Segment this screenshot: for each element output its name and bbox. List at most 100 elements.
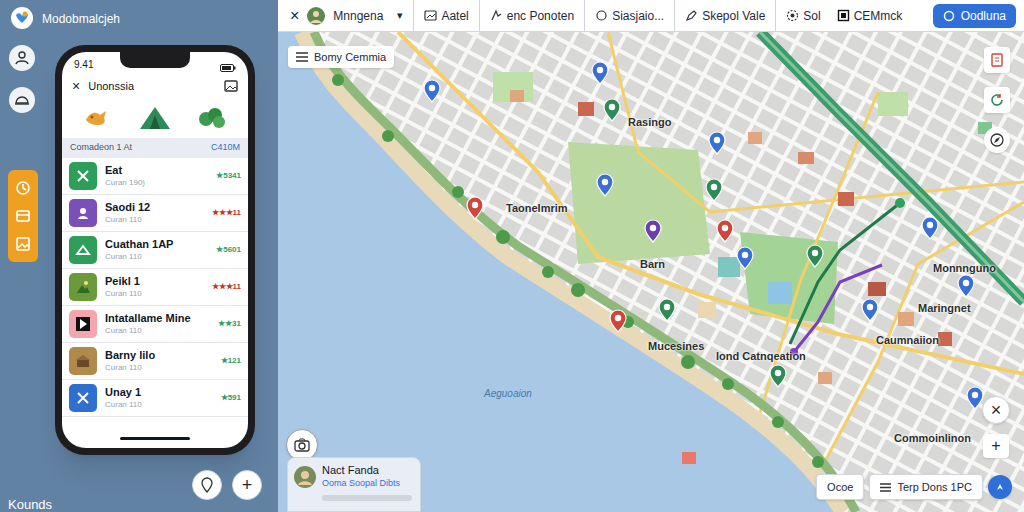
card-placeholder xyxy=(322,495,412,501)
place-tile-icon xyxy=(69,199,97,227)
toolbar-tab[interactable]: enc Ponoten xyxy=(479,0,584,31)
place-row[interactable]: Barny liloCuran 110★121 xyxy=(62,343,248,380)
place-label: Monnnguno xyxy=(933,260,996,277)
close-button[interactable]: × xyxy=(290,8,299,24)
map-pin-icon[interactable] xyxy=(658,298,676,322)
section-label: Comadeon 1 At xyxy=(70,141,132,155)
place-card[interactable]: Nact Fanda Ooma Soopal Dibts xyxy=(287,457,421,512)
place-text: Cuathan 1APCuran 110 xyxy=(105,238,208,262)
bird-icon[interactable] xyxy=(83,106,113,130)
list-icon xyxy=(296,52,308,62)
user-button[interactable] xyxy=(9,45,35,71)
compass-button[interactable] xyxy=(984,127,1010,153)
tab-icon xyxy=(786,9,799,22)
place-text: Unay 1Curan 110 xyxy=(105,386,213,410)
map-pin-icon[interactable] xyxy=(861,298,879,322)
toolbar-tab[interactable]: Skepol Vale xyxy=(674,0,775,31)
tent-icon[interactable] xyxy=(138,105,172,131)
place-tile-icon xyxy=(69,273,97,301)
layers-button[interactable] xyxy=(984,47,1010,73)
place-label: Caumnaiion xyxy=(876,332,939,349)
compass-icon xyxy=(990,133,1004,147)
toolbar-tab[interactable]: Siasjaio... xyxy=(584,0,674,31)
map[interactable]: RasingoTaonelmrimBarnMucesineslond Catnq… xyxy=(278,32,1024,512)
add-button[interactable]: + xyxy=(232,470,262,500)
person-icon xyxy=(14,50,30,66)
tab-icon xyxy=(424,9,437,22)
helmet-button[interactable] xyxy=(9,87,35,113)
gallery-icon[interactable] xyxy=(224,80,238,92)
place-tile-icon xyxy=(69,347,97,375)
toolbar-tab[interactable]: Aatel xyxy=(413,0,478,31)
place-title: Intatallame Mine xyxy=(105,312,210,326)
map-pin-icon[interactable] xyxy=(708,131,726,155)
place-title: Unay 1 xyxy=(105,386,213,400)
location-button[interactable] xyxy=(192,470,222,500)
place-label: Mucesines xyxy=(648,338,704,355)
phone-screen: 9.41 × Unonssia Comadeon 1 At xyxy=(62,52,248,448)
map-pin-icon[interactable] xyxy=(596,173,614,197)
place-subtitle: Curan 110 xyxy=(105,400,213,410)
place-subtitle: Curan 110 xyxy=(105,252,208,262)
clock-icon[interactable] xyxy=(15,180,31,196)
folder-icon[interactable] xyxy=(15,208,31,224)
place-title: Cuathan 1AP xyxy=(105,238,208,252)
map-pin-icon[interactable] xyxy=(736,246,754,270)
phone-title: Unonssia xyxy=(88,78,134,95)
map-pin-icon[interactable] xyxy=(603,98,621,122)
place-rating: ★★★11 xyxy=(212,281,241,293)
bottom-button[interactable]: Terp Dons 1PC xyxy=(869,474,983,500)
avatar-icon xyxy=(294,466,316,488)
toolbar: × Mnngena ▾ Aatelenc PonotenSiasjaio...S… xyxy=(278,0,1024,32)
place-title: Saodi 12 xyxy=(105,201,204,215)
place-row[interactable]: Cuathan 1APCuran 110★5601 xyxy=(62,232,248,269)
map-pin-icon[interactable] xyxy=(591,61,609,85)
map-pin-icon[interactable] xyxy=(957,274,975,298)
footer-label: Kounds xyxy=(8,498,52,512)
refresh-button[interactable] xyxy=(984,87,1010,113)
map-pin-icon[interactable] xyxy=(806,244,824,268)
shrub-icon[interactable] xyxy=(197,106,227,130)
zoom-controls: × + xyxy=(982,396,1010,458)
close-route-button[interactable]: × xyxy=(982,396,1010,424)
bottom-button[interactable]: Ocoe xyxy=(816,474,864,500)
toolbar-tab[interactable]: CEMmck xyxy=(831,0,909,31)
map-pin-icon[interactable] xyxy=(609,309,627,333)
navigate-button[interactable] xyxy=(988,475,1012,499)
search-chip[interactable]: Bomy Cemmia xyxy=(288,46,394,68)
profile-chevron[interactable]: ▾ xyxy=(397,7,403,24)
app-logo-icon xyxy=(10,6,34,30)
phone-header: × Unonssia xyxy=(62,74,248,98)
home-indicator xyxy=(120,437,190,440)
zoom-in-button[interactable]: + xyxy=(983,434,1009,458)
profile-name[interactable]: Mnngena xyxy=(333,7,383,25)
refresh-icon xyxy=(990,93,1004,107)
map-pin-icon[interactable] xyxy=(644,219,662,243)
place-tile-icon xyxy=(69,384,97,412)
place-row[interactable]: Peikl 1Curan 110★★★11 xyxy=(62,269,248,306)
place-row[interactable]: Intatallame MineCuran 110★★31 xyxy=(62,306,248,343)
place-rating: ★591 xyxy=(221,392,241,404)
map-pin-icon[interactable] xyxy=(705,178,723,202)
place-row[interactable]: EatCuran 190)★5341 xyxy=(62,158,248,195)
place-row[interactable]: Unay 1Curan 110 ★591 xyxy=(62,380,248,417)
image-icon[interactable] xyxy=(15,236,31,252)
toolbar-tab[interactable]: Sol xyxy=(775,0,830,31)
card-title: Nact Fanda xyxy=(322,464,400,478)
map-pin-icon[interactable] xyxy=(769,364,787,388)
map-pin-icon[interactable] xyxy=(466,196,484,220)
place-rating: ★5341 xyxy=(216,170,241,182)
place-row[interactable]: Saodi 12Curan 110★★★11 xyxy=(62,195,248,232)
map-pin-icon[interactable] xyxy=(921,216,939,240)
circle-icon xyxy=(943,10,955,22)
place-label: Rasingo xyxy=(628,114,671,131)
place-rating: ★★31 xyxy=(218,318,241,330)
section-header: Comadeon 1 At C410M xyxy=(62,138,248,158)
close-button[interactable]: × xyxy=(72,79,80,93)
primary-button[interactable]: Oodluna xyxy=(933,4,1016,28)
map-pin-icon[interactable] xyxy=(716,219,734,243)
place-label: Commoinlinon xyxy=(894,430,971,447)
map-pin-icon[interactable] xyxy=(423,79,441,103)
map-controls xyxy=(984,47,1010,153)
place-subtitle: Curan 110 xyxy=(105,363,213,373)
